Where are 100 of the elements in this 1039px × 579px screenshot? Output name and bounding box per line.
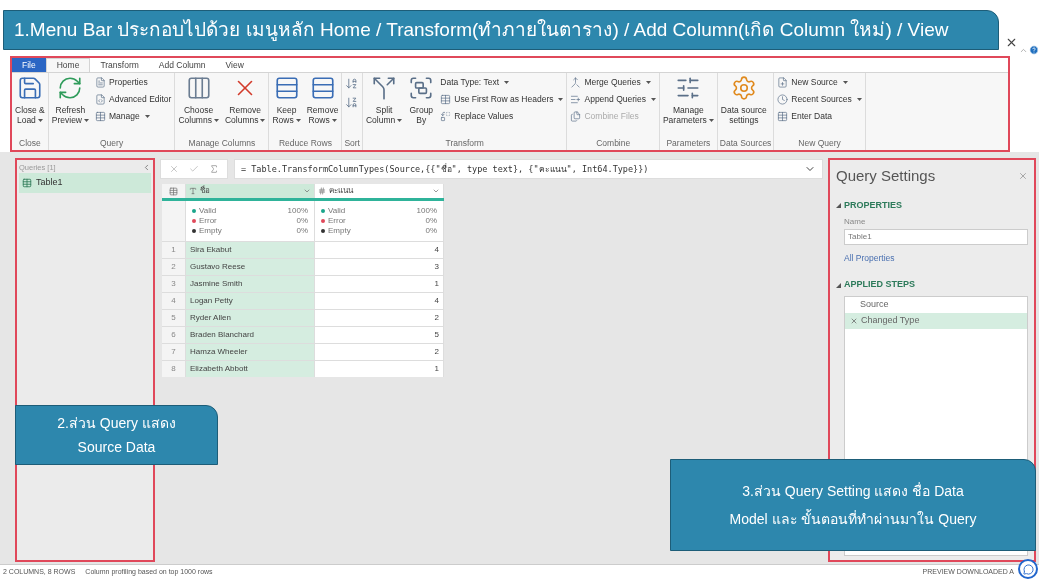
replace-icon	[440, 110, 452, 122]
row-number: 3	[162, 276, 186, 292]
help-icon[interactable]	[1029, 45, 1039, 55]
append-icon	[570, 93, 582, 105]
ribbon-tab[interactable]: Transform	[90, 58, 149, 72]
caret-icon	[84, 119, 89, 123]
group-label: Data Sources	[718, 137, 773, 150]
ribbon-button[interactable]: Replace Values	[440, 109, 564, 123]
query-item[interactable]: Table1	[19, 173, 151, 193]
rows-icon	[309, 75, 336, 101]
ribbon-button[interactable]: Refresh Preview	[48, 73, 92, 125]
ribbon-button[interactable]: Manage Parameters	[659, 73, 717, 125]
refresh-icon	[57, 75, 84, 101]
filter-icon[interactable]	[303, 187, 311, 195]
formula-bar[interactable]: = Table.TransformColumnTypes(Source,{{"ชื่อ", type text}, {"คะแนน", Int64.Type}})	[234, 159, 823, 179]
check-icon[interactable]	[189, 164, 199, 174]
group-label: Sort	[343, 137, 361, 150]
applied-step[interactable]: Source	[845, 296, 1027, 313]
quality-label: Error	[328, 215, 347, 227]
table-cell: 4	[315, 293, 444, 309]
ribbon-button[interactable]: Use First Row as Headers	[440, 92, 564, 106]
ribbon-button[interactable]: Choose Columns	[175, 73, 222, 125]
ribbon-button[interactable]: Split Column	[363, 73, 406, 125]
properties-icon	[95, 76, 106, 88]
ribbon-button[interactable]: Properties	[95, 75, 172, 89]
group-icon	[408, 75, 435, 101]
table-cell: 1	[315, 361, 444, 377]
ribbon-button[interactable]: Recent Sources	[777, 92, 862, 106]
merge-icon	[570, 76, 582, 88]
table-cell: Sira Ekabut	[186, 242, 315, 258]
group-label: Query	[99, 137, 125, 150]
sort-button[interactable]	[345, 96, 359, 109]
group-label: Transform	[444, 137, 485, 150]
filter-icon[interactable]	[432, 187, 440, 195]
quality-label: Error	[199, 215, 218, 227]
table-cell: 1	[315, 276, 444, 292]
collapse-icon[interactable]	[142, 163, 151, 172]
expanded-triangle-icon[interactable]	[836, 203, 841, 209]
row-number: 1	[162, 242, 186, 258]
table-cell: Elizabeth Abbott	[186, 361, 315, 377]
column-header[interactable]: ชื่อ	[186, 184, 315, 198]
cancel-icon[interactable]	[169, 164, 179, 174]
row-number: 5	[162, 310, 186, 326]
file-tab[interactable]: File	[12, 58, 46, 72]
ribbon-button[interactable]: Close & Load	[12, 73, 48, 125]
split-icon	[371, 75, 398, 101]
caret-icon	[213, 119, 219, 123]
caret-icon	[650, 97, 656, 101]
sort-button[interactable]	[345, 77, 359, 90]
parameters-icon	[675, 75, 702, 101]
caret-icon	[842, 80, 848, 84]
function-icon[interactable]	[209, 164, 219, 174]
sort-desc-icon	[345, 96, 359, 109]
ribbon-button[interactable]: Remove Columns	[221, 73, 269, 125]
ribbon-button[interactable]: New Source	[777, 75, 862, 89]
ribbon-button[interactable]: Group By	[405, 73, 438, 125]
recent-icon	[777, 93, 789, 105]
table-cell: Logan Petty	[186, 293, 315, 309]
row-number: 6	[162, 327, 186, 343]
close-icon[interactable]	[1005, 36, 1018, 49]
group-label: New Query	[797, 137, 842, 150]
name-field[interactable]: Table1	[844, 228, 1028, 245]
quality-label: Valid	[199, 205, 218, 217]
table-cell: 2	[315, 310, 444, 326]
table-icon	[22, 178, 32, 188]
caret-icon	[37, 119, 43, 123]
table-icon	[777, 110, 789, 122]
ribbon-button[interactable]: Advanced Editor	[95, 92, 172, 106]
pane-title: Query Settings	[836, 165, 936, 186]
ribbon-button[interactable]: Keep Rows	[269, 73, 304, 125]
ribbon-button[interactable]: Manage	[95, 109, 172, 123]
annotation-banner: 1.Menu Bar ประกอบไปด้วย เมนูหลัก Home / Transform(ทำภายในตาราง) / Add Column(เกิด Column ใหม่) / View	[3, 10, 999, 50]
quality-label: Empty	[328, 225, 352, 237]
expanded-triangle-icon[interactable]	[836, 282, 841, 288]
quality-label: Valid	[328, 205, 347, 217]
table-cell: 3	[315, 259, 444, 275]
sort-asc-icon	[345, 77, 359, 90]
column-header[interactable]: คะแนน	[315, 184, 444, 198]
table-icon	[440, 93, 452, 105]
applied-step[interactable]: Changed Type	[845, 312, 1027, 329]
ribbon-button[interactable]: Merge Queries	[570, 75, 656, 89]
callout-note: 3.ส่วน Query Setting แสดง ชื่อ Data Model และ ขั้นตอนที่ทำผ่านมาใน Query	[670, 459, 1036, 551]
group-label: Close	[18, 137, 42, 150]
ribbon-tab[interactable]: Home	[45, 58, 91, 72]
table-cell: 4	[315, 242, 444, 258]
section-heading: PROPERTIES	[844, 199, 902, 212]
ribbon-button[interactable]: Enter Data	[777, 109, 862, 123]
quality-value: 0%	[296, 225, 308, 237]
all-properties-link[interactable]: All Properties	[844, 251, 1028, 265]
ribbon-button[interactable]: Append Queries	[570, 92, 656, 106]
caret-icon	[856, 97, 862, 101]
ribbon-button[interactable]: Data Type: Text	[440, 75, 564, 89]
ribbon-button[interactable]: Data source settings	[717, 73, 770, 125]
caret-icon	[645, 80, 651, 84]
delete-icon[interactable]	[850, 316, 858, 325]
caret-icon	[331, 119, 337, 123]
ribbon-tab[interactable]: View	[215, 58, 254, 72]
ribbon-button[interactable]: Remove Rows	[303, 73, 342, 125]
ribbon-tab[interactable]: Add Column	[148, 58, 216, 72]
group-label: Reduce Rows	[277, 137, 333, 150]
